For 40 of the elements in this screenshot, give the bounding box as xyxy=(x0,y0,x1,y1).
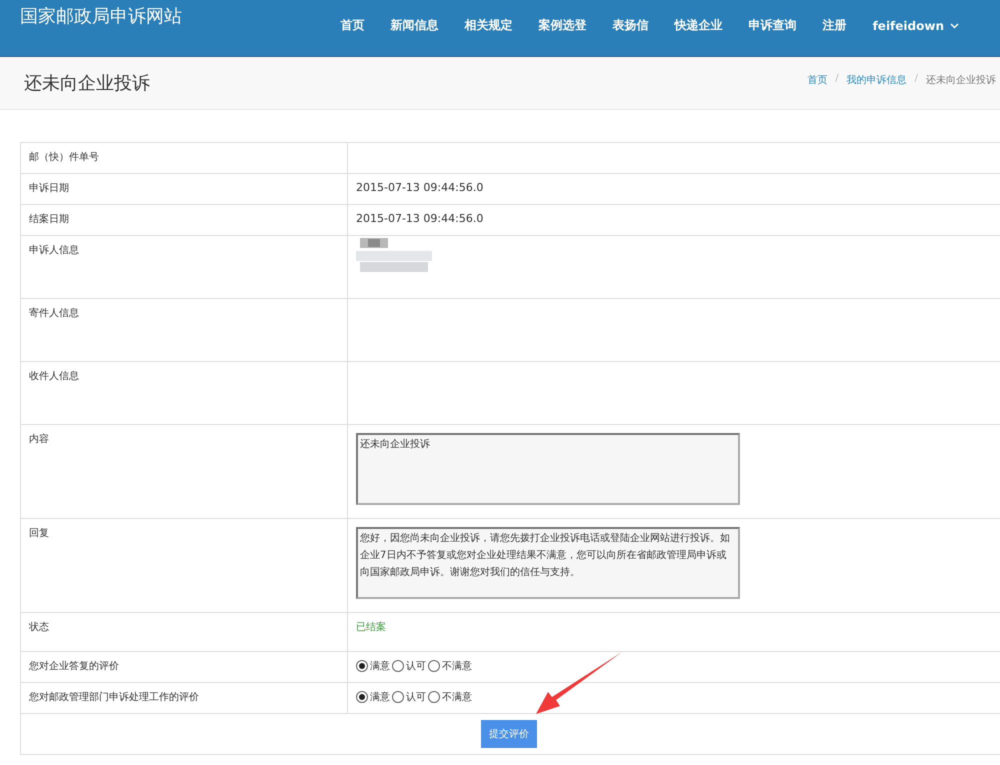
breadcrumb-link[interactable]: 首页 xyxy=(807,73,828,87)
radio-option[interactable]: 认可 xyxy=(392,659,426,673)
nav-link[interactable]: 快递企业 xyxy=(662,17,736,34)
field-label: 您对邮政管理部门申诉处理工作的评价 xyxy=(29,692,199,703)
nav-link[interactable]: 新闻信息 xyxy=(378,17,452,34)
breadcrumb-separator: / xyxy=(835,73,839,86)
field-label: 结案日期 xyxy=(29,214,69,225)
radio-option[interactable]: 认可 xyxy=(392,690,426,704)
text-area[interactable]: 您好，因您尚未向企业投诉，请您先拨打企业投诉电话或登陆企业网站进行投诉。如企业7日内不予答复或您对企业处理结果不满意，您可以向所在省邮政管理局申诉或向国家邮政局申诉。谢谢您对我们的信任与支持。 xyxy=(356,527,740,599)
nav-link[interactable]: 相关规定 xyxy=(452,17,526,34)
field-label: 状态 xyxy=(29,622,49,633)
nav-link[interactable]: 注册 xyxy=(810,17,860,34)
caret-icon xyxy=(950,22,959,28)
site-title[interactable]: 国家邮政局申诉网站 xyxy=(20,4,182,28)
breadcrumb-separator: / xyxy=(914,73,918,86)
field-label: 邮（快）件单号 xyxy=(29,152,99,163)
field-label: 收件人信息 xyxy=(29,371,79,382)
status-text: 已结案 xyxy=(356,622,386,633)
field-label: 寄件人信息 xyxy=(29,308,79,319)
field-value: 2015-07-13 09:44:56.0 xyxy=(356,212,484,225)
field-label: 回复 xyxy=(29,528,49,539)
user-menu[interactable]: feifeidown xyxy=(860,17,972,34)
nav-link[interactable]: 申诉查询 xyxy=(736,17,810,34)
nav-link[interactable]: 案例选登 xyxy=(526,17,600,34)
field-label: 内容 xyxy=(29,434,49,445)
nav-link[interactable]: 表扬信 xyxy=(600,17,662,34)
field-label: 申诉日期 xyxy=(29,183,69,194)
field-label: 您对企业答复的评价 xyxy=(29,661,119,672)
breadcrumb-link[interactable]: 我的申诉信息 xyxy=(846,73,907,87)
submit-button[interactable]: 提交评价 xyxy=(481,720,537,748)
radio-option[interactable]: 满意 xyxy=(356,659,390,673)
radio-option[interactable]: 满意 xyxy=(356,690,390,704)
nav-link[interactable]: 首页 xyxy=(328,17,378,34)
breadcrumb-current: 还未向企业投诉 xyxy=(926,74,996,87)
field-value: 2015-07-13 09:44:56.0 xyxy=(356,181,484,194)
field-label: 申诉人信息 xyxy=(29,245,79,256)
radio-option[interactable]: 不满意 xyxy=(428,659,472,673)
radio-option[interactable]: 不满意 xyxy=(428,690,472,704)
text-area[interactable]: 还未向企业投诉 xyxy=(356,433,740,505)
page-title: 还未向企业投诉 xyxy=(24,72,150,95)
